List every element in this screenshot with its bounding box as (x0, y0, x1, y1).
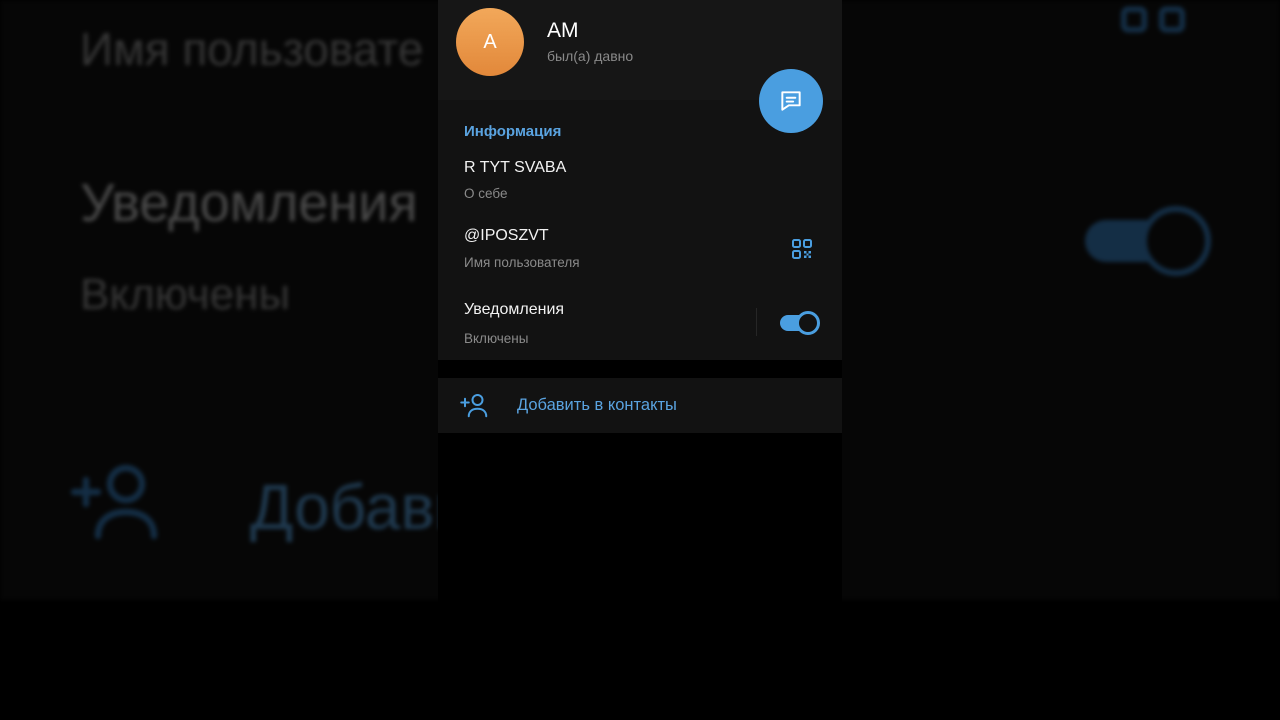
notifications-state: Включены (464, 331, 529, 346)
background-toggle-knob (1141, 206, 1211, 276)
background-qr-icon (1120, 6, 1186, 33)
add-to-contacts-label: Добавить в контакты (517, 396, 677, 414)
username-value[interactable]: @IPOSZVT (464, 227, 549, 245)
avatar[interactable]: A (456, 8, 524, 76)
notifications-toggle[interactable] (780, 311, 820, 335)
toggle-divider (756, 308, 757, 336)
info-section-title: Информация (464, 123, 562, 140)
background-toggle (1085, 206, 1211, 276)
bio-label: О себе (464, 186, 508, 201)
bio-value[interactable]: R TYT SVABA (464, 159, 566, 177)
add-contact-icon (460, 394, 488, 418)
toggle-knob (796, 311, 820, 335)
profile-name: AM (547, 19, 579, 42)
qr-code-icon[interactable] (790, 237, 814, 261)
send-message-button[interactable] (759, 69, 823, 133)
background-username-label: Имя пользовате (80, 23, 424, 75)
background-notifications-title: Уведомления (80, 173, 418, 233)
message-icon (781, 91, 801, 111)
profile-sheet: A AM был(а) давно Информация R TYT SVABA… (438, 0, 842, 720)
background-add-contact-icon (70, 464, 158, 540)
username-label: Имя пользователя (464, 255, 580, 270)
background-notifications-state: Включены (80, 270, 291, 319)
info-section: Информация R TYT SVABA О себе @IPOSZVT И… (438, 100, 842, 360)
add-to-contacts-button[interactable]: Добавить в контакты (438, 378, 842, 433)
notifications-title: Уведомления (464, 301, 565, 318)
last-seen-status: был(а) давно (547, 48, 634, 64)
